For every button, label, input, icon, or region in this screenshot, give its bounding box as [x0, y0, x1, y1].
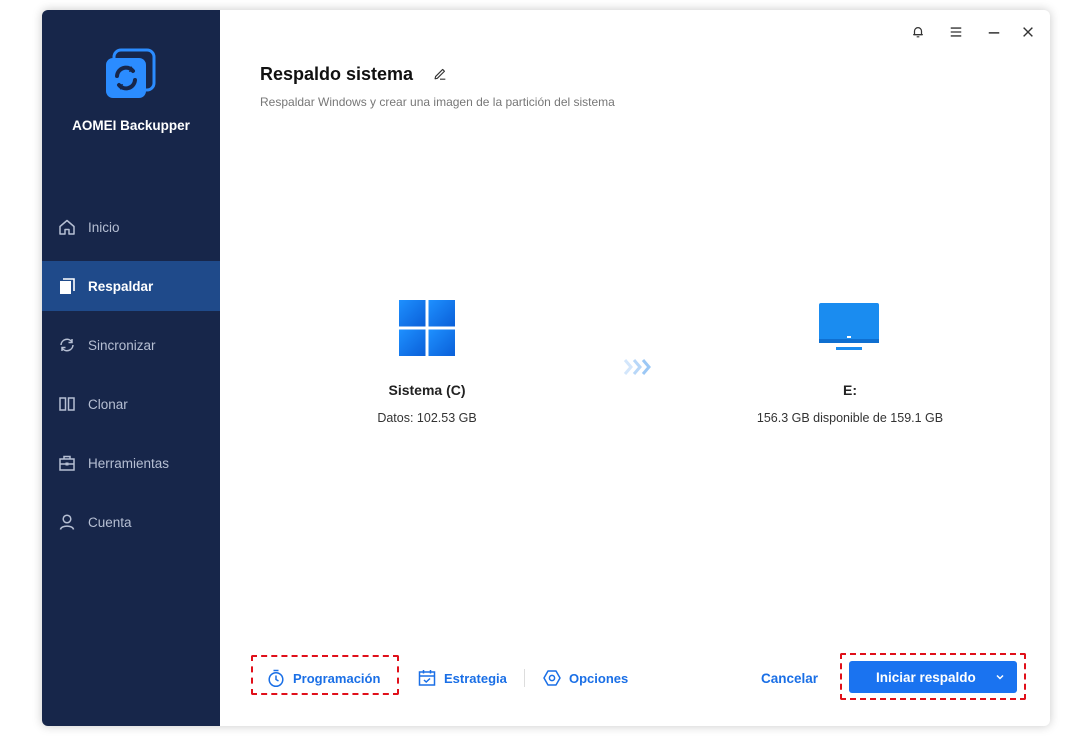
sidebar-item-inicio[interactable]: Inicio	[42, 202, 220, 252]
app-window: AOMEI Backupper Inicio Respaldar Sincron…	[42, 10, 1050, 726]
sidebar-item-label: Sincronizar	[88, 337, 156, 353]
source-name[interactable]: Sistema (C)	[327, 382, 527, 398]
cancel-button[interactable]: Cancelar	[761, 667, 818, 689]
destination-drive-icon[interactable]	[818, 302, 880, 354]
destination-info: 156.3 GB disponible de 159.1 GB	[756, 411, 944, 425]
start-backup-button[interactable]: Iniciar respaldo	[849, 661, 1017, 693]
user-icon	[57, 512, 77, 532]
clone-icon	[57, 394, 77, 414]
start-backup-label: Iniciar respaldo	[876, 669, 976, 685]
strategy-label: Estrategia	[444, 670, 507, 686]
footer-divider	[524, 669, 525, 687]
direction-arrow-icon	[622, 357, 656, 377]
page-subtitle: Respaldar Windows y crear una imagen de …	[260, 95, 615, 109]
sidebar-item-clonar[interactable]: Clonar	[42, 379, 220, 429]
sidebar-item-respaldar[interactable]: Respaldar	[42, 261, 220, 311]
close-icon[interactable]	[1018, 22, 1038, 42]
edit-pencil-icon[interactable]	[432, 65, 450, 83]
chevron-down-icon[interactable]	[993, 670, 1007, 684]
schedule-label: Programación	[293, 670, 381, 686]
notification-bell-icon[interactable]	[908, 22, 928, 42]
schedule-button[interactable]: Programación	[266, 667, 380, 689]
app-logo-icon	[104, 48, 156, 100]
backup-icon	[57, 276, 77, 296]
source-info: Datos: 102.53 GB	[377, 411, 477, 425]
sidebar-item-cuenta[interactable]: Cuenta	[42, 497, 220, 547]
sidebar-item-sincronizar[interactable]: Sincronizar	[42, 320, 220, 370]
sidebar-item-label: Clonar	[88, 396, 128, 412]
settings-hexagon-icon	[543, 670, 561, 686]
home-icon	[57, 217, 77, 237]
sidebar-item-label: Inicio	[88, 219, 120, 235]
sidebar-item-herramientas[interactable]: Herramientas	[42, 438, 220, 488]
toolbox-icon	[57, 453, 77, 473]
windows-logo-icon[interactable]	[399, 300, 455, 356]
strategy-button[interactable]: Estrategia	[417, 667, 507, 689]
destination-name[interactable]: E:	[750, 382, 950, 398]
main-panel: Respaldo sistema Respaldar Windows y cre…	[220, 10, 1050, 726]
calendar-check-icon	[418, 670, 436, 686]
sidebar-item-label: Cuenta	[88, 514, 132, 530]
page-title: Respaldo sistema	[260, 64, 414, 84]
sync-icon	[57, 335, 77, 355]
options-label: Opciones	[569, 670, 629, 686]
minimize-icon[interactable]	[984, 22, 1004, 42]
app-name: AOMEI Backupper	[72, 118, 190, 133]
menu-icon[interactable]	[946, 22, 966, 42]
options-button[interactable]: Opciones	[542, 667, 628, 689]
sidebar: AOMEI Backupper Inicio Respaldar Sincron…	[42, 10, 220, 726]
sidebar-item-label: Respaldar	[88, 278, 154, 294]
stopwatch-icon	[268, 669, 284, 688]
sidebar-item-label: Herramientas	[88, 455, 170, 471]
